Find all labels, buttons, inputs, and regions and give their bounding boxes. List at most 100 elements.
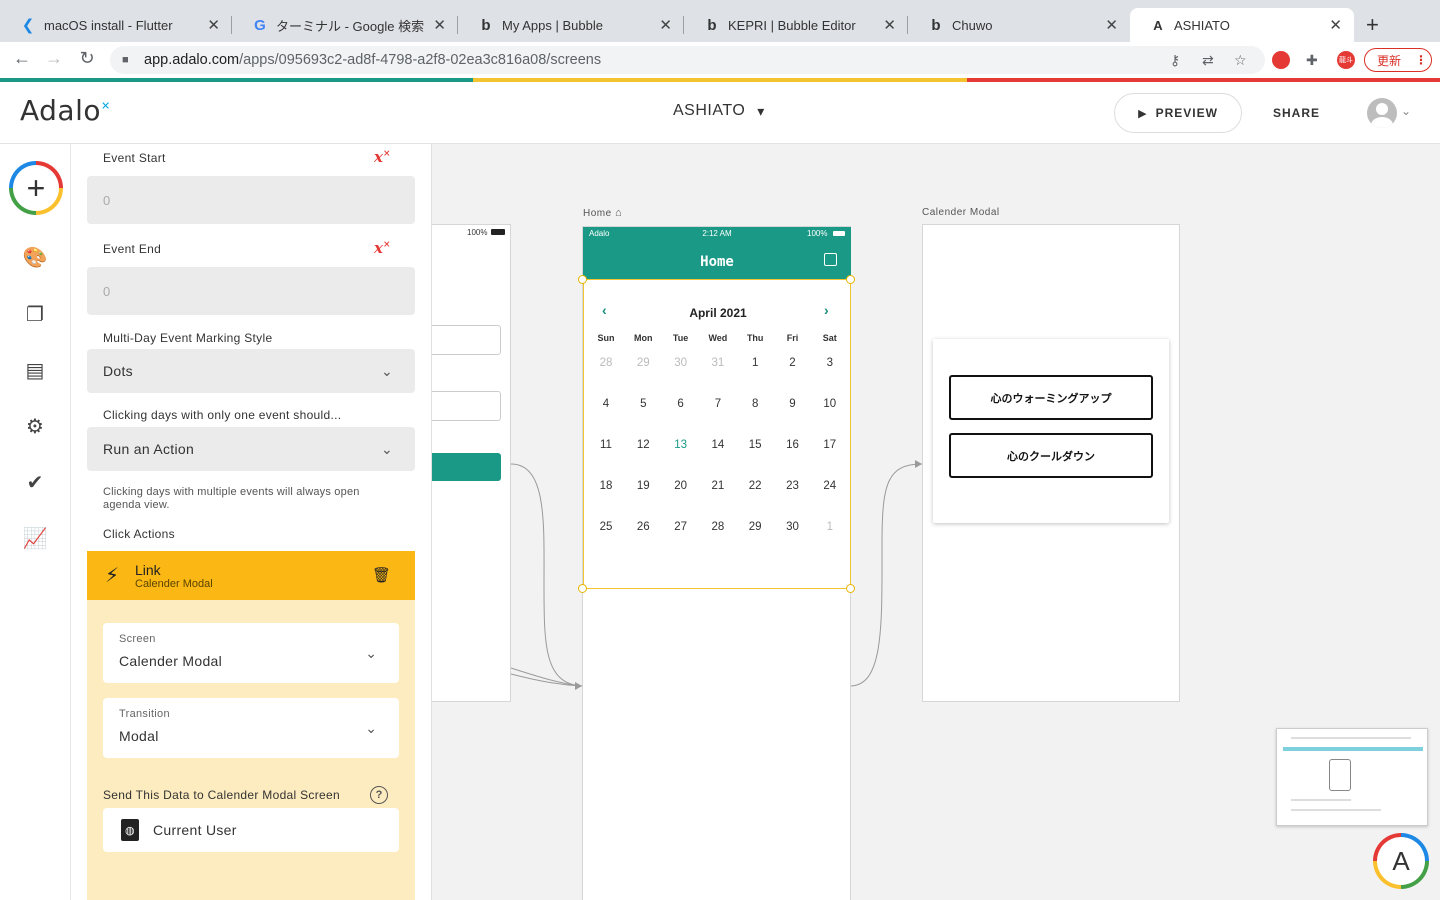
new-tab-icon[interactable]: + bbox=[1366, 12, 1379, 38]
help-icon[interactable]: ? bbox=[370, 786, 388, 804]
browser-tab-google[interactable]: G ターミナル - Google 検索 ✕ bbox=[232, 8, 458, 42]
calendar-day[interactable]: 28 bbox=[699, 521, 737, 533]
url-input[interactable]: ■ app.adalo.com/apps/095693c2-ad8f-4798-… bbox=[110, 46, 1265, 74]
palette-icon[interactable]: 🎨 bbox=[22, 244, 48, 270]
screens-canvas[interactable]: 100% Home ⌂ Adalo 2:12 AM 100% Home ‹ Ap… bbox=[432, 144, 1440, 900]
browser-tab-chuwo[interactable]: b Chuwo ✕ bbox=[908, 8, 1130, 42]
next-month-icon[interactable]: › bbox=[824, 302, 829, 318]
calendar-day[interactable]: 30 bbox=[774, 521, 812, 533]
resize-handle[interactable] bbox=[846, 584, 855, 593]
calendar-day[interactable]: 22 bbox=[736, 480, 774, 492]
magic-text-icon[interactable]: x× bbox=[374, 239, 391, 257]
calendar-day[interactable]: 28 bbox=[587, 357, 625, 369]
back-icon[interactable]: ← bbox=[11, 48, 33, 69]
calendar-day[interactable]: 12 bbox=[624, 439, 662, 451]
calendar-day[interactable]: 2 bbox=[774, 357, 812, 369]
magic-text-icon[interactable]: x× bbox=[374, 148, 391, 166]
close-tab-icon[interactable]: ✕ bbox=[1105, 16, 1118, 34]
ghost-input[interactable] bbox=[432, 325, 501, 355]
screen-select[interactable]: Screen Calender Modal ⌄ bbox=[103, 623, 399, 683]
close-tab-icon[interactable]: ✕ bbox=[883, 16, 896, 34]
translate-icon[interactable]: ⇄ bbox=[1202, 52, 1214, 69]
one-event-select[interactable]: Run an Action ⌄ bbox=[87, 427, 415, 471]
calendar-day[interactable]: 31 bbox=[699, 357, 737, 369]
calendar-day[interactable]: 3 bbox=[811, 357, 849, 369]
marking-style-select[interactable]: Dots ⌄ bbox=[87, 349, 415, 393]
canvas-minimap[interactable] bbox=[1276, 728, 1428, 826]
warmup-button[interactable]: 心のウォーミングアップ bbox=[949, 375, 1153, 420]
calendar-day[interactable]: 5 bbox=[624, 398, 662, 410]
ghost-input[interactable] bbox=[432, 391, 501, 421]
browser-tab-ashiato[interactable]: A ASHIATO ✕ bbox=[1130, 8, 1354, 42]
add-component-button[interactable]: + bbox=[9, 161, 63, 215]
share-button[interactable]: SHARE bbox=[1273, 106, 1320, 120]
screen-calender-modal[interactable]: 心のウォーミングアップ 心のクールダウン bbox=[922, 224, 1180, 702]
calendar-day[interactable]: 11 bbox=[587, 439, 625, 451]
trash-icon[interactable]: 🗑 bbox=[372, 566, 391, 584]
calendar-day[interactable]: 9 bbox=[774, 398, 812, 410]
event-start-input[interactable]: 0 bbox=[87, 176, 415, 224]
database-icon[interactable]: ▤ bbox=[22, 357, 48, 383]
calendar-day[interactable]: 29 bbox=[624, 357, 662, 369]
calendar-day[interactable]: 10 bbox=[811, 398, 849, 410]
puzzle-icon[interactable]: ✚ bbox=[1306, 52, 1318, 69]
calendar-day[interactable]: 24 bbox=[811, 480, 849, 492]
calendar-day[interactable]: 18 bbox=[587, 480, 625, 492]
calendar-day[interactable]: 7 bbox=[699, 398, 737, 410]
calendar-day[interactable]: 19 bbox=[624, 480, 662, 492]
calendar-day[interactable]: 6 bbox=[662, 398, 700, 410]
screen-home[interactable]: Adalo 2:12 AM 100% Home ‹ April 2021 › S… bbox=[578, 226, 855, 900]
screen-previous[interactable]: 100% bbox=[432, 224, 511, 702]
analytics-icon[interactable]: 📈 bbox=[22, 525, 48, 551]
calendar-day[interactable]: 8 bbox=[736, 398, 774, 410]
browser-tab-bubble-editor[interactable]: b KEPRI | Bubble Editor ✕ bbox=[684, 8, 908, 42]
event-end-input[interactable]: 0 bbox=[87, 267, 415, 315]
calendar-day[interactable]: 27 bbox=[662, 521, 700, 533]
calendar-day[interactable]: 25 bbox=[587, 521, 625, 533]
ghost-button[interactable] bbox=[432, 453, 501, 481]
resize-handle[interactable] bbox=[846, 275, 855, 284]
preview-button[interactable]: ▶ PREVIEW bbox=[1114, 93, 1242, 133]
gear-icon[interactable]: ⚙ bbox=[22, 413, 48, 439]
calendar-day[interactable]: 26 bbox=[624, 521, 662, 533]
calendar-day[interactable]: 1 bbox=[811, 521, 849, 533]
calendar-day[interactable]: 14 bbox=[699, 439, 737, 451]
chevron-down-icon[interactable]: ⌄ bbox=[1401, 104, 1411, 118]
current-user-field[interactable]: ◍ Current User bbox=[103, 808, 399, 852]
calendar-day[interactable]: 4 bbox=[587, 398, 625, 410]
resize-handle[interactable] bbox=[578, 584, 587, 593]
adalo-logo[interactable]: Adalo✕ bbox=[20, 94, 111, 127]
extension-icon[interactable] bbox=[1272, 51, 1290, 69]
close-tab-icon[interactable]: ✕ bbox=[659, 16, 672, 34]
calendar-day[interactable]: 16 bbox=[774, 439, 812, 451]
adalo-help-button[interactable]: A bbox=[1373, 833, 1429, 889]
forward-icon[interactable]: → bbox=[43, 48, 65, 69]
calendar-day[interactable]: 13 bbox=[662, 439, 700, 451]
calendar-component[interactable]: ‹ April 2021 › Sun Mon Tue Wed Thu Fri Sat 28 29… bbox=[583, 279, 851, 589]
cooldown-button[interactable]: 心のクールダウン bbox=[949, 433, 1153, 478]
close-tab-icon[interactable]: ✕ bbox=[1329, 16, 1342, 34]
calendar-day[interactable]: 29 bbox=[736, 521, 774, 533]
resize-handle[interactable] bbox=[578, 275, 587, 284]
browser-tab-bubble-apps[interactable]: b My Apps | Bubble ✕ bbox=[458, 8, 684, 42]
user-avatar[interactable] bbox=[1367, 98, 1397, 128]
reload-icon[interactable]: ↻ bbox=[76, 48, 98, 69]
star-icon[interactable]: ☆ bbox=[1234, 52, 1247, 69]
app-switcher[interactable]: ASHIATO ▾ bbox=[673, 102, 765, 120]
update-button[interactable]: 更新 ⋮ bbox=[1364, 48, 1432, 72]
screens-icon[interactable]: ❐ bbox=[22, 301, 48, 327]
key-icon[interactable]: ⚷ bbox=[1170, 52, 1180, 69]
calendar-day[interactable]: 1 bbox=[736, 357, 774, 369]
close-tab-icon[interactable]: ✕ bbox=[433, 16, 446, 34]
logout-icon[interactable] bbox=[824, 253, 837, 266]
calendar-day[interactable]: 17 bbox=[811, 439, 849, 451]
calendar-day[interactable]: 20 bbox=[662, 480, 700, 492]
profile-avatar[interactable]: 龍斗 bbox=[1337, 51, 1355, 69]
publish-icon[interactable]: ✔ bbox=[22, 469, 48, 495]
calendar-day[interactable]: 21 bbox=[699, 480, 737, 492]
calendar-day[interactable]: 30 bbox=[662, 357, 700, 369]
calendar-day[interactable]: 23 bbox=[774, 480, 812, 492]
action-link-header[interactable]: ⚡ Link Calender Modal 🗑 bbox=[87, 551, 415, 600]
browser-tab-flutter[interactable]: ❮ macOS install - Flutter ✕ bbox=[0, 8, 232, 42]
close-tab-icon[interactable]: ✕ bbox=[207, 16, 220, 34]
